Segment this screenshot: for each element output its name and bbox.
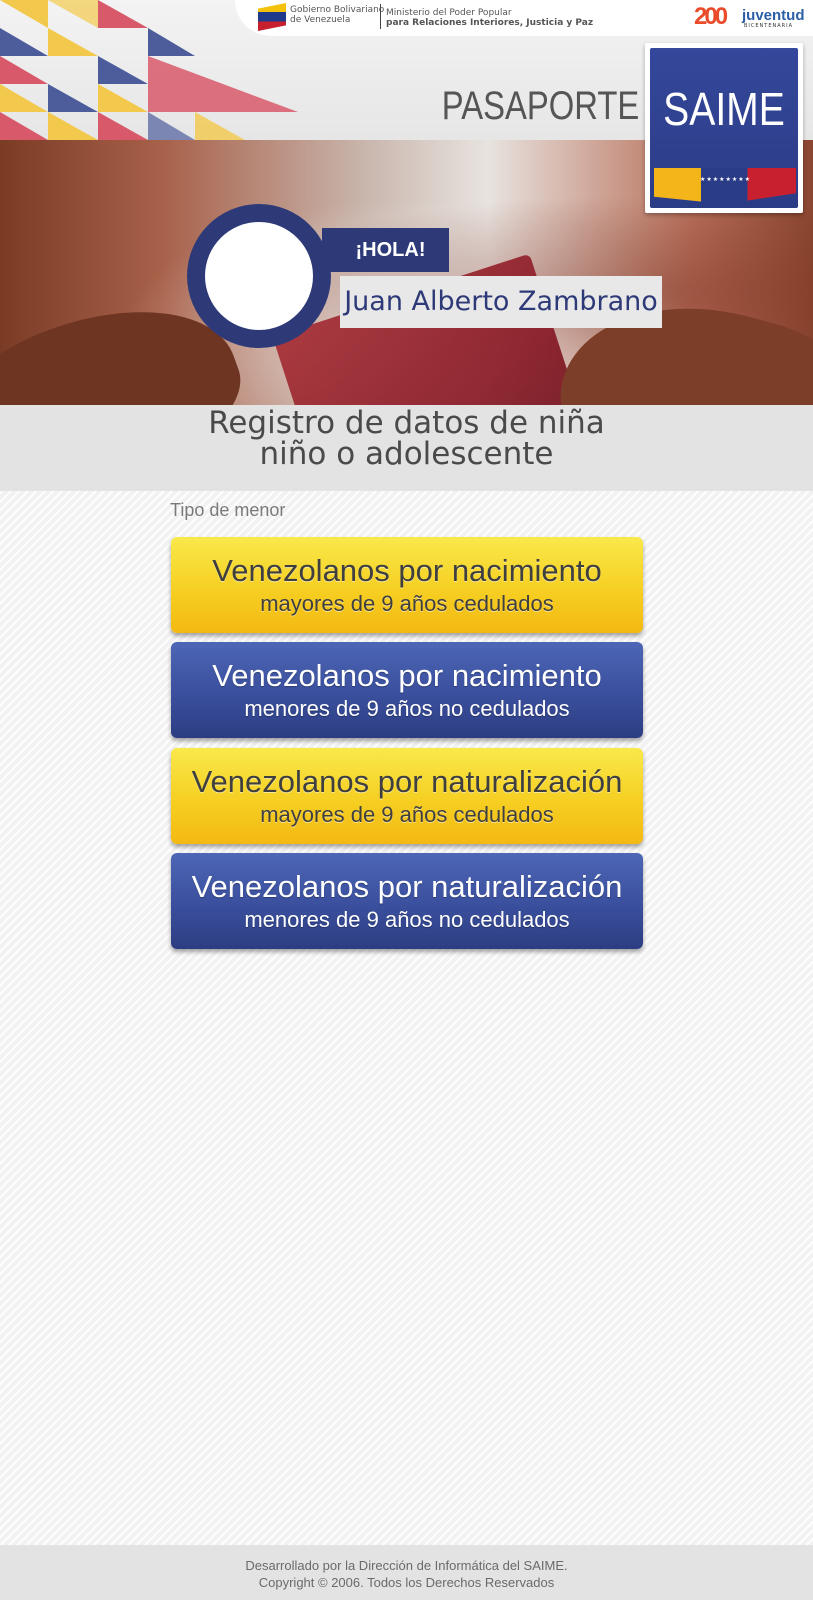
page-title: Registro de datos de niña niño o adolesc… [208,405,605,472]
option-title: Venezolanos por naturalización [191,869,623,904]
option-naturalization-over-9-button[interactable]: Venezolanos por naturalización mayores d… [171,748,643,844]
option-birth-under-9-button[interactable]: Venezolanos por nacimiento menores de 9 … [171,642,643,738]
option-title: Venezolanos por nacimiento [212,553,602,588]
option-subtitle: mayores de 9 años cedulados [260,591,554,616]
ministry-text: Ministerio del Poder Popular para Relaci… [386,8,594,28]
header-banner: Gobierno Bolivariano de Venezuela Minist… [0,0,813,405]
saime-logo: SAIME ★★★★★★★★ [645,43,803,213]
flag-ribbon-icon [654,168,796,204]
logo-divider [380,4,381,29]
minor-type-label: Tipo de menor [170,500,286,520]
option-naturalization-under-9-button[interactable]: Venezolanos por naturalización menores d… [171,853,643,949]
juventud-bicentenaria-logo: 200 juventud BICENTENARIA [694,3,805,30]
government-logo-text: Gobierno Bolivariano de Venezuela [290,5,385,25]
greeting-label: ¡HOLA! [322,228,449,272]
footer-copyright: Copyright © 2006. Todos los Derechos Res… [258,1575,555,1590]
option-subtitle: menores de 9 años no cedulados [244,907,570,932]
option-title: Venezolanos por naturalización [191,764,623,799]
section-heading: PASAPORTE [441,84,640,128]
option-subtitle: mayores de 9 años cedulados [260,802,554,827]
option-subtitle: menores de 9 años no cedulados [244,696,570,721]
option-birth-over-9-button[interactable]: Venezolanos por nacimiento mayores de 9 … [171,537,643,633]
footer-credit: Desarrollado por la Dirección de Informá… [245,1558,568,1573]
option-title: Venezolanos por nacimiento [212,658,602,693]
avatar [205,222,313,330]
user-name: Juan Alberto Zambrano [340,276,662,328]
